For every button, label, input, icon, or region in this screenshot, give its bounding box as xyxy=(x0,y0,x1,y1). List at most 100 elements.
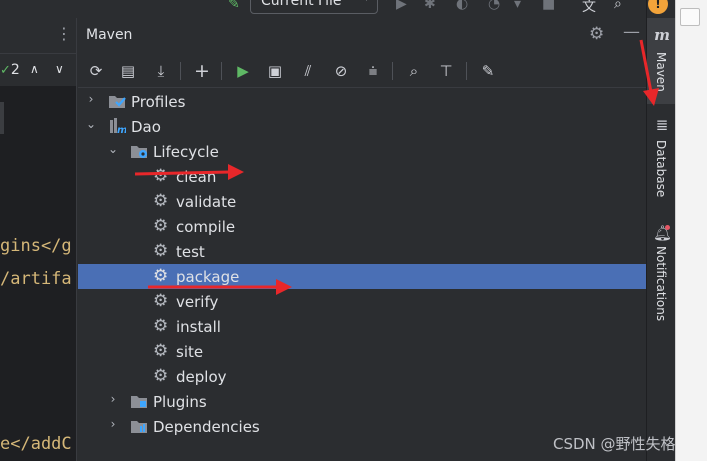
toolbar-separator xyxy=(180,62,181,80)
tree-label-plugins: Plugins xyxy=(153,393,207,411)
maven-title: Maven xyxy=(86,27,133,43)
more-actions-chevron-icon[interactable]: ▾ xyxy=(514,0,521,12)
svg-text:m: m xyxy=(117,125,126,135)
maven-project-tree: › Profiles ⌄ m Dao ⌄ Lifecy xyxy=(78,88,646,461)
top-toolbar-strip: ✎ Current File ▾ ▶ ✱ ◐ ◔ ▾ ■ 文 ⌕ xyxy=(0,0,646,18)
gear-icon: ⚙ xyxy=(153,216,169,236)
minimize-icon[interactable]: — xyxy=(623,22,640,42)
gear-icon[interactable]: ⚙ xyxy=(589,24,604,44)
gear-icon: ⚙ xyxy=(153,316,169,336)
gear-icon: ⚙ xyxy=(153,191,169,211)
run-configuration-label: Current File xyxy=(261,0,342,9)
stripe-tab-maven[interactable]: m Maven xyxy=(647,18,676,104)
watermark: CSDN @野性失格 xyxy=(553,435,676,453)
chevron-down-icon: ▾ xyxy=(364,0,369,4)
profiles-folder-icon xyxy=(109,96,126,108)
more-options-icon[interactable]: ⋮ xyxy=(56,26,72,42)
check-icon: ✓ xyxy=(0,63,11,78)
tree-node-lifecycle[interactable]: ⌄ Lifecycle xyxy=(78,139,646,164)
add-icon[interactable]: + xyxy=(190,59,214,83)
code-text: gins</g xyxy=(0,236,72,256)
run-icon[interactable]: ▶ xyxy=(396,0,407,12)
coverage-icon[interactable]: ◐ xyxy=(456,0,468,12)
collapse-all-icon[interactable]: ⩧ xyxy=(361,59,385,83)
dependencies-folder-icon xyxy=(131,421,147,433)
goal-label: compile xyxy=(176,218,236,236)
goal-site[interactable]: ⚙ site xyxy=(78,339,646,364)
goal-label: deploy xyxy=(176,368,227,386)
stripe-tab-notifications[interactable]: 🔔︎ Notifications xyxy=(647,220,676,330)
tree-node-profiles[interactable]: › Profiles xyxy=(78,89,646,114)
goal-label: test xyxy=(176,243,205,261)
goal-test[interactable]: ⚙ test xyxy=(78,239,646,264)
previous-highlight-icon[interactable]: ∧ xyxy=(30,62,39,76)
next-highlight-icon[interactable]: ∨ xyxy=(55,62,64,76)
tree-node-project[interactable]: ⌄ m Dao xyxy=(78,114,646,139)
chevron-down-icon[interactable]: ⌄ xyxy=(106,142,120,156)
toolbar-separator xyxy=(392,62,393,80)
gear-icon: ⚙ xyxy=(153,366,169,386)
tree-node-plugins[interactable]: › Plugins xyxy=(78,389,646,414)
goal-clean[interactable]: ⚙ clean xyxy=(78,164,646,189)
code-line[interactable]: e</addC xyxy=(0,434,72,454)
stripe-tab-database[interactable]: ≣ Database xyxy=(647,112,676,202)
inspection-bar: ✓2 ∧ ∨ xyxy=(0,54,76,86)
generate-sources-icon[interactable]: ▤ xyxy=(116,59,140,83)
chevron-down-icon[interactable]: ⌄ xyxy=(84,117,98,131)
plugins-folder-icon xyxy=(131,396,147,408)
goal-label: install xyxy=(176,318,221,336)
editor-gutter-marker xyxy=(0,102,4,134)
gear-icon: ⚙ xyxy=(153,241,169,261)
run-icon[interactable]: ▶ xyxy=(231,59,255,83)
editor-tab-bar: ⋮ xyxy=(0,18,76,54)
profile-icon[interactable]: ◔ xyxy=(488,0,500,12)
tree-label-project: Dao xyxy=(131,118,161,136)
gear-icon: ⚙ xyxy=(153,291,169,311)
reload-icon[interactable]: ⟳ xyxy=(84,59,108,83)
code-line[interactable]: gins</g xyxy=(0,236,72,256)
inspection-count-value: 2 xyxy=(10,62,20,78)
goal-deploy[interactable]: ⚙ deploy xyxy=(78,364,646,389)
goal-compile[interactable]: ⚙ compile xyxy=(78,214,646,239)
stripe-label-maven: Maven xyxy=(654,52,668,92)
goal-label: validate xyxy=(176,193,237,211)
outer-window-edge xyxy=(675,0,707,461)
maven-project-icon: m xyxy=(110,118,126,135)
goal-package[interactable]: ⚙ package xyxy=(78,264,646,289)
chevron-right-icon[interactable]: › xyxy=(84,92,98,106)
gear-icon: ⚙ xyxy=(153,341,169,361)
stripe-label-database: Database xyxy=(654,140,668,198)
goal-label: clean xyxy=(176,168,217,186)
stop-icon[interactable]: ■ xyxy=(542,0,555,12)
code-text: /artifa xyxy=(0,269,72,289)
goal-validate[interactable]: ⚙ validate xyxy=(78,189,646,214)
maven-toolbar: ⟳ ▤ ⤓ + ▶ ▣ ⫽ ⊘ ⩧ ⌕ ⊤ ✎ xyxy=(78,53,646,88)
translate-icon[interactable]: 文 xyxy=(582,0,596,16)
execute-goal-icon[interactable]: ▣ xyxy=(263,59,287,83)
gear-icon: ⚙ xyxy=(153,166,169,186)
inspection-count[interactable]: ✓2 xyxy=(0,62,20,78)
debug-icon[interactable]: ✱ xyxy=(424,0,436,12)
chevron-right-icon[interactable]: › xyxy=(106,417,120,431)
search-icon[interactable]: ⌕ xyxy=(614,0,622,12)
settings-wrench-icon[interactable]: ✎ xyxy=(476,59,500,83)
notification-dot xyxy=(665,225,670,230)
download-icon[interactable]: ⤓ xyxy=(149,59,173,83)
skip-tests-icon[interactable]: ⊘ xyxy=(329,59,353,83)
goal-label: package xyxy=(176,268,240,286)
hammer-icon[interactable]: ✎ xyxy=(228,0,240,12)
code-line[interactable]: /artifa xyxy=(0,269,72,289)
database-icon: ≣ xyxy=(655,116,669,134)
analyze-icon[interactable]: ⌕ xyxy=(402,59,426,83)
chevron-right-icon[interactable]: › xyxy=(106,392,120,406)
tree-label-lifecycle: Lifecycle xyxy=(153,143,219,161)
run-configuration-select[interactable]: Current File ▾ xyxy=(250,0,378,14)
gear-icon: ⚙ xyxy=(153,266,169,286)
toggle-offline-icon[interactable]: ⫽ xyxy=(296,59,320,83)
tree-label-dependencies: Dependencies xyxy=(153,418,260,436)
show-dependencies-icon[interactable]: ⊤ xyxy=(434,59,458,83)
goal-verify[interactable]: ⚙ verify xyxy=(78,289,646,314)
outer-scroll-button[interactable] xyxy=(680,8,700,26)
code-editor[interactable]: ⋮ ✓2 ∧ ∨ gins</g /artifa e</addC xyxy=(0,18,77,461)
goal-install[interactable]: ⚙ install xyxy=(78,314,646,339)
